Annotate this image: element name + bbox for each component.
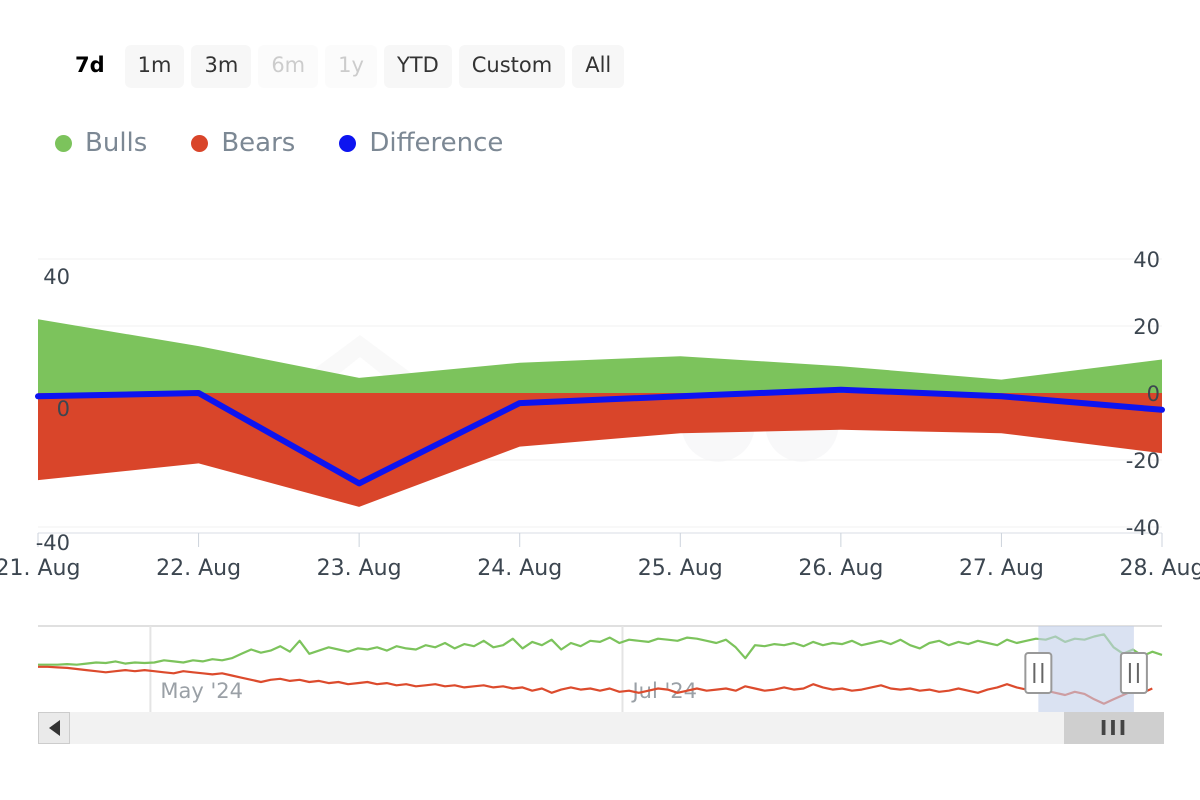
range-button-1y: 1y <box>325 45 377 88</box>
x-axis-label: 22. Aug <box>156 556 241 581</box>
y-axis-right-label: 20 <box>1133 315 1160 339</box>
series-area-bulls <box>38 319 1162 393</box>
range-button-custom[interactable]: Custom <box>458 45 566 88</box>
arrow-left-icon <box>48 720 60 736</box>
range-selector: 7d 1m 3m 6m 1y YTD Custom All <box>62 45 625 88</box>
legend-marker-bulls-icon <box>55 134 72 152</box>
chart-legend: Bulls Bears Difference <box>55 130 503 156</box>
y-axis-left-label: 40 <box>43 265 70 289</box>
legend-label: Bulls <box>85 128 148 158</box>
scrollbar-thumb[interactable]: III <box>1064 712 1164 744</box>
legend-item-bulls[interactable]: Bulls <box>55 130 147 156</box>
range-button-all[interactable]: All <box>572 45 625 88</box>
scrollbar-grip-icon: III <box>1099 716 1129 740</box>
x-axis-label: 28. Aug <box>1120 556 1200 581</box>
legend-marker-difference-icon <box>339 134 357 152</box>
range-button-1m[interactable]: 1m <box>124 45 185 88</box>
y-axis-left-label: 0 <box>57 397 70 421</box>
legend-label: Bears <box>221 128 296 158</box>
legend-item-bears[interactable]: Bears <box>191 130 295 156</box>
chart-svg: ●●21. Aug22. Aug23. Aug24. Aug25. Aug26.… <box>0 248 1200 581</box>
navigator-handle-right[interactable] <box>1119 652 1148 694</box>
y-axis-right-label: 40 <box>1133 248 1160 272</box>
x-axis-label: 27. Aug <box>959 556 1044 581</box>
y-axis-right-label: -20 <box>1126 449 1160 473</box>
navigator-svg[interactable]: May '24 Jul '24 <box>0 620 1200 720</box>
chart-navigator[interactable]: May '24 Jul '24 <box>0 620 1200 720</box>
x-axis-label: 21. Aug <box>0 556 80 581</box>
y-axis-left-label: -40 <box>36 531 70 555</box>
range-button-6m: 6m <box>258 45 319 88</box>
y-axis-right-label: -40 <box>1126 516 1160 540</box>
legend-item-difference[interactable]: Difference <box>339 130 503 156</box>
legend-marker-bears-icon <box>191 134 209 152</box>
scrollbar-track[interactable] <box>38 712 1164 744</box>
x-axis-label: 23. Aug <box>317 556 402 581</box>
x-axis-label: 24. Aug <box>477 556 562 581</box>
chart-page: 7d 1m 3m 6m 1y YTD Custom All Bulls Bears Differe… <box>0 0 1200 800</box>
main-chart-plot: ●●21. Aug22. Aug23. Aug24. Aug25. Aug26.… <box>0 215 1200 615</box>
series-area-bears <box>38 393 1162 507</box>
navigator-scrollbar[interactable]: III <box>38 712 1164 744</box>
y-axis-right-label: 0 <box>1147 382 1160 406</box>
range-button-ytd[interactable]: YTD <box>383 45 452 88</box>
legend-label: Difference <box>369 128 504 158</box>
range-button-7d[interactable]: 7d <box>62 45 118 88</box>
navigator-series-bulls <box>38 633 1163 666</box>
x-axis-label: 25. Aug <box>638 556 723 581</box>
navigator-selected-range[interactable] <box>1038 626 1134 712</box>
navigator-handle-left[interactable] <box>1024 652 1053 694</box>
range-button-3m[interactable]: 3m <box>191 45 252 88</box>
scroll-left-button[interactable] <box>38 712 70 744</box>
navigator-month-label: May '24 <box>160 679 243 703</box>
x-axis-label: 26. Aug <box>798 556 883 581</box>
